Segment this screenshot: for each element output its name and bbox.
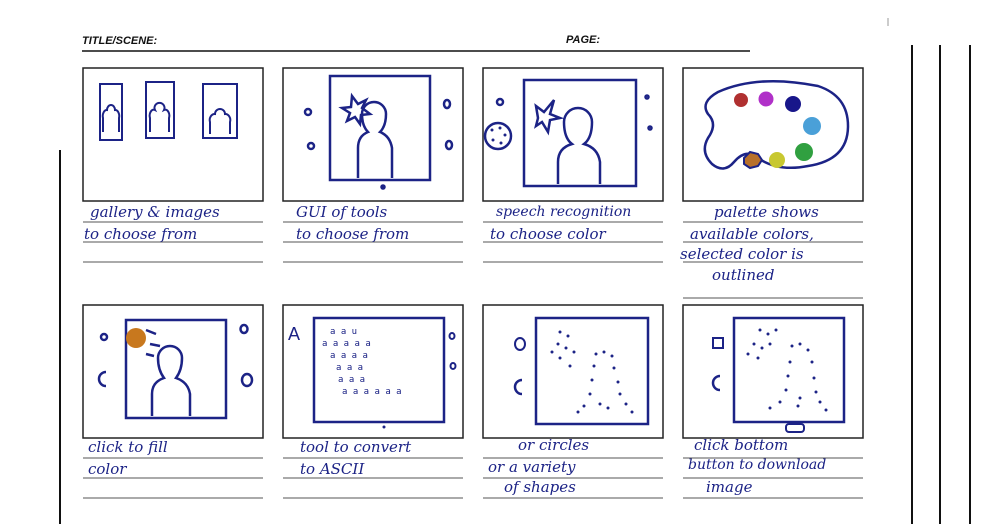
page-label: PAGE: <box>566 34 601 46</box>
tool-circle-icon <box>99 332 109 342</box>
palette-icon <box>703 79 850 170</box>
caption-line: outlined <box>712 266 775 284</box>
caption-line: to choose from <box>296 225 410 243</box>
tool-circle-icon <box>495 97 505 107</box>
portrait-frame-icon <box>202 83 238 139</box>
paint-bucket-icon <box>97 370 107 388</box>
paint-bucket-icon <box>513 378 523 396</box>
tool-dot-icon <box>380 184 386 190</box>
tool-circle-icon <box>647 125 653 131</box>
caption-line: to choose color <box>490 225 606 243</box>
dotted-portrait-icon <box>746 328 828 412</box>
caption-line: speech recognition <box>496 204 632 220</box>
tool-circle-icon <box>448 332 456 340</box>
portrait-icon <box>150 344 192 416</box>
panel-4 <box>682 67 864 202</box>
star-rays <box>145 328 161 358</box>
palette-icon <box>483 121 513 151</box>
panel-7 <box>482 304 664 439</box>
panel-frame <box>682 304 864 439</box>
panel-6: A a a u a a a a a a a a a a a a a a a a … <box>282 304 464 439</box>
panel-8 <box>682 304 864 439</box>
caption-line: GUI of tools <box>296 203 388 221</box>
tool-circle-icon <box>644 94 650 100</box>
caption-line: to ASCII <box>300 460 365 478</box>
download-button-icon[interactable] <box>785 423 805 433</box>
caption-line: or a variety <box>488 458 576 476</box>
tool-circle-icon <box>303 107 313 117</box>
letter-a-icon: A <box>288 324 300 344</box>
title-scene-label: TITLE/SCENE: <box>82 35 158 47</box>
caption-line: click to fill <box>88 438 168 456</box>
color-swatch-navy <box>785 96 801 112</box>
portrait-frame-icon <box>145 81 175 139</box>
tool-circle-icon <box>449 362 457 370</box>
color-swatch-green <box>795 143 813 161</box>
panel-3 <box>482 67 664 202</box>
tool-circle-icon <box>514 337 526 351</box>
caption-line: of shapes <box>504 478 576 496</box>
color-swatch-red <box>734 93 748 107</box>
canvas-frame <box>732 316 846 424</box>
square-tool-icon <box>712 337 724 349</box>
caption-line: click bottom <box>694 436 789 454</box>
caption-line: available colors, <box>690 225 814 243</box>
dotted-portrait-icon <box>550 330 634 414</box>
canvas-frame <box>522 78 638 188</box>
star-icon <box>534 99 565 136</box>
star-icon <box>338 92 374 128</box>
caption-line: image <box>706 478 753 496</box>
portrait-icon <box>556 106 602 184</box>
portrait-frame-icon <box>99 83 123 141</box>
filled-star-icon <box>126 328 146 348</box>
caption-line: to choose from <box>84 225 198 243</box>
panel-frame <box>482 304 664 439</box>
caption-line: color <box>88 460 127 478</box>
caption-line: selected color is <box>680 245 804 263</box>
caption-line: palette shows <box>714 203 819 221</box>
panel-5 <box>82 304 264 439</box>
color-swatch-orange-selected <box>743 150 764 170</box>
panel-frame <box>282 304 464 439</box>
caption-line: tool to convert <box>300 438 412 456</box>
tool-circle-icon <box>239 323 249 335</box>
tool-circle-icon <box>442 98 452 110</box>
ascii-portrait-icon: a a u a a a a a a a a a a a a a a a a a … <box>322 327 402 397</box>
paint-bucket-icon <box>711 374 721 392</box>
caption-line: button to download <box>688 457 827 473</box>
portrait-icon <box>356 100 394 178</box>
tool-dot-icon <box>382 425 386 429</box>
color-swatch-blue <box>803 117 821 135</box>
tool-circle-icon <box>240 372 254 388</box>
canvas-frame <box>534 316 650 426</box>
color-swatch-yellow <box>769 152 785 168</box>
canvas-frame <box>328 74 432 182</box>
tool-circle-icon <box>444 139 454 151</box>
panel-2 <box>282 67 464 202</box>
color-swatch-purple <box>758 91 774 107</box>
tool-circle-icon <box>306 141 316 151</box>
panel-1 <box>82 67 264 202</box>
caption-line: gallery & images <box>90 203 220 221</box>
caption-line: or circles <box>518 436 590 454</box>
